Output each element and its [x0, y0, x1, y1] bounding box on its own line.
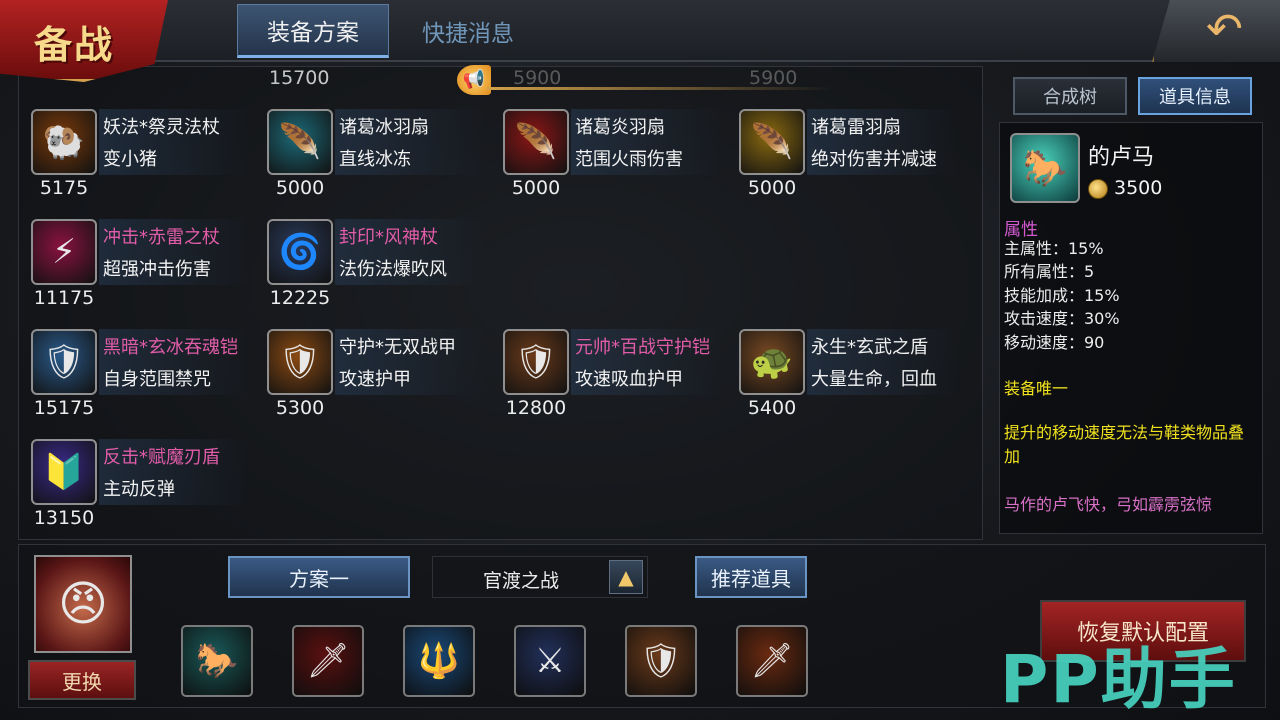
- item-price: 13150: [33, 507, 95, 529]
- item-price: 3500: [1114, 177, 1163, 199]
- item-description: 自身范围禁咒: [103, 369, 211, 390]
- red-sword-icon[interactable]: 🗡: [292, 625, 364, 697]
- thunder-feather-fan-icon: 🪶: [739, 109, 805, 175]
- golden-blade-icon[interactable]: 🗡: [736, 625, 808, 697]
- magic-blade-shield-icon: 🔰: [31, 439, 97, 505]
- tab-quick-message[interactable]: 快捷消息: [392, 4, 544, 58]
- list-item[interactable]: 🪶 诸葛冰羽扇直线冰冻 5000: [255, 109, 485, 213]
- item-description: 主动反弹: [103, 479, 175, 500]
- red-thunder-staff-icon: ⚡: [31, 219, 97, 285]
- white-horse-icon[interactable]: 🐎: [181, 625, 253, 697]
- item-description: 法伤法爆吹风: [339, 259, 447, 280]
- fire-feather-fan-icon: 🪶: [503, 109, 569, 175]
- attribute-line: 所有属性：5: [1004, 262, 1095, 282]
- item-price: 12225: [269, 287, 331, 309]
- battle-select[interactable]: 官渡之战 ▲: [432, 556, 648, 598]
- item-price: 5400: [747, 397, 797, 419]
- item-name: 封印*风神杖: [339, 227, 438, 248]
- list-item[interactable]: 🛡 元帅*百战守护铠 攻速吸血护甲 12800: [491, 329, 721, 433]
- scrolled-price: 5900: [513, 67, 562, 89]
- item-description: 范围火雨伤害: [575, 149, 683, 170]
- attribute-line: 移动速度：90: [1004, 332, 1105, 352]
- flavor-text: 马作的卢飞快，弓如霹雳弦惊: [1004, 495, 1213, 514]
- war-armor-icon: 🛡: [267, 329, 333, 395]
- recommend-items-button[interactable]: 推荐道具: [695, 556, 807, 598]
- item-description: 变小猪: [103, 149, 157, 170]
- hero-portrait-icon[interactable]: 😠: [34, 555, 132, 653]
- marshal-armor-icon: 🛡: [503, 329, 569, 395]
- list-item[interactable]: 🛡 黑暗*玄冰吞魂铠 自身范围禁咒 15175: [19, 329, 249, 433]
- list-item[interactable]: 🐢 永生*玄武之盾 大量生命，回血 5400: [727, 329, 957, 433]
- white-horse-icon: 🐎: [1010, 133, 1080, 203]
- item-name: 元帅*百战守护铠: [575, 337, 710, 358]
- item-name: 妖法*祭灵法杖: [103, 117, 220, 138]
- item-name: 的卢马: [1088, 145, 1155, 170]
- tab-equipment-plan[interactable]: 装备方案: [237, 4, 389, 58]
- unique-title: 装备唯一: [1004, 379, 1069, 398]
- list-item[interactable]: 🔰 反击*赋魔刃盾 主动反弹 13150: [19, 439, 249, 543]
- item-price: 11175: [33, 287, 95, 309]
- item-description: 大量生命，回血: [811, 369, 937, 390]
- list-item[interactable]: ⚡ 冲击*赤雷之杖 超强冲击伤害 11175: [19, 219, 249, 323]
- item-name: 诸葛冰羽扇: [339, 117, 429, 138]
- item-description: 直线冰冻: [339, 149, 411, 170]
- brand-title: 备战: [34, 22, 115, 67]
- change-hero-button[interactable]: 更换: [28, 660, 136, 700]
- tab-synthesis-tree[interactable]: 合成树: [1013, 77, 1127, 115]
- battle-select-value: 官渡之战: [482, 570, 559, 592]
- unique-description: 提升的移动速度无法与鞋类物品叠加: [1004, 423, 1245, 466]
- item-price: 5000: [511, 177, 561, 199]
- item-description: 超强冲击伤害: [103, 259, 211, 280]
- tab-item-info[interactable]: 道具信息: [1138, 77, 1252, 115]
- ice-feather-fan-icon: 🪶: [267, 109, 333, 175]
- item-name: 守护*无双战甲: [339, 337, 456, 358]
- item-name: 冲击*赤雷之杖: [103, 227, 220, 248]
- item-name: 诸葛雷羽扇: [811, 117, 901, 138]
- item-description: 攻速护甲: [339, 369, 411, 390]
- attribute-line: 攻击速度：30%: [1004, 309, 1120, 329]
- watermark-logo: PP助手: [1000, 641, 1237, 718]
- scrolled-price: 5900: [749, 67, 798, 89]
- item-price: 5000: [747, 177, 797, 199]
- plan-select-button[interactable]: 方案一: [228, 556, 410, 598]
- marshal-armor-icon[interactable]: 🛡: [625, 625, 697, 697]
- item-name: 反击*赋魔刃盾: [103, 447, 220, 468]
- announce-horn-icon[interactable]: 📢: [457, 65, 491, 95]
- attribute-line: 技能加成：15%: [1004, 285, 1120, 305]
- item-price: 5000: [275, 177, 325, 199]
- list-item[interactable]: 🌀 封印*风神杖 法伤法爆吹风 12225: [255, 219, 485, 323]
- item-name: 黑暗*玄冰吞魂铠: [103, 337, 238, 358]
- up-arrow-icon[interactable]: ▲: [609, 560, 643, 594]
- back-arrow-icon: ↶: [1206, 4, 1243, 55]
- item-price: 5300: [275, 397, 325, 419]
- crossed-blades-icon[interactable]: ⚔: [514, 625, 586, 697]
- blue-spear-icon[interactable]: 🔱: [403, 625, 475, 697]
- item-description: 绝对伤害并减速: [811, 149, 937, 170]
- list-item[interactable]: 🪶 诸葛炎羽扇范围火雨伤害 5000: [491, 109, 721, 213]
- coin-icon: [1088, 179, 1108, 199]
- attribute-line: 主属性：15%: [1004, 239, 1104, 258]
- list-item[interactable]: 🛡 守护*无双战甲 攻速护甲 5300: [255, 329, 485, 433]
- item-description: 攻速吸血护甲: [575, 369, 683, 390]
- ice-soul-armor-icon: 🛡: [31, 329, 97, 395]
- item-info-panel: 🐎 的卢马 3500 属性 主属性：15% 所有属性：5 技能加成：15% 攻击…: [999, 122, 1263, 534]
- tortoise-shield-icon: 🐢: [739, 329, 805, 395]
- item-price: 12800: [505, 397, 567, 419]
- scrolled-price: 15700: [269, 67, 330, 89]
- top-bar: 装备方案 快捷消息 ↶: [0, 0, 1280, 62]
- back-button[interactable]: ↶: [1152, 0, 1280, 62]
- attributes-list: 主属性：15% 所有属性：5 技能加成：15% 攻击速度：30% 移动速度：90: [1004, 237, 1120, 354]
- item-name: 永生*玄武之盾: [811, 337, 928, 358]
- item-price: 15175: [33, 397, 95, 419]
- item-price: 5175: [39, 177, 89, 199]
- equipment-list[interactable]: 15700 📢 5900 5900 🐏 妖法*祭灵法杖 变小猪 5175 🪶 诸葛冰羽扇直…: [18, 65, 983, 543]
- wind-god-staff-icon: 🌀: [267, 219, 333, 285]
- ram-skull-staff-icon: 🐏: [31, 109, 97, 175]
- item-name: 诸葛炎羽扇: [575, 117, 665, 138]
- list-item[interactable]: 🪶 诸葛雷羽扇绝对伤害并减速 5000: [727, 109, 957, 213]
- list-item[interactable]: 🐏 妖法*祭灵法杖 变小猪 5175: [19, 109, 249, 213]
